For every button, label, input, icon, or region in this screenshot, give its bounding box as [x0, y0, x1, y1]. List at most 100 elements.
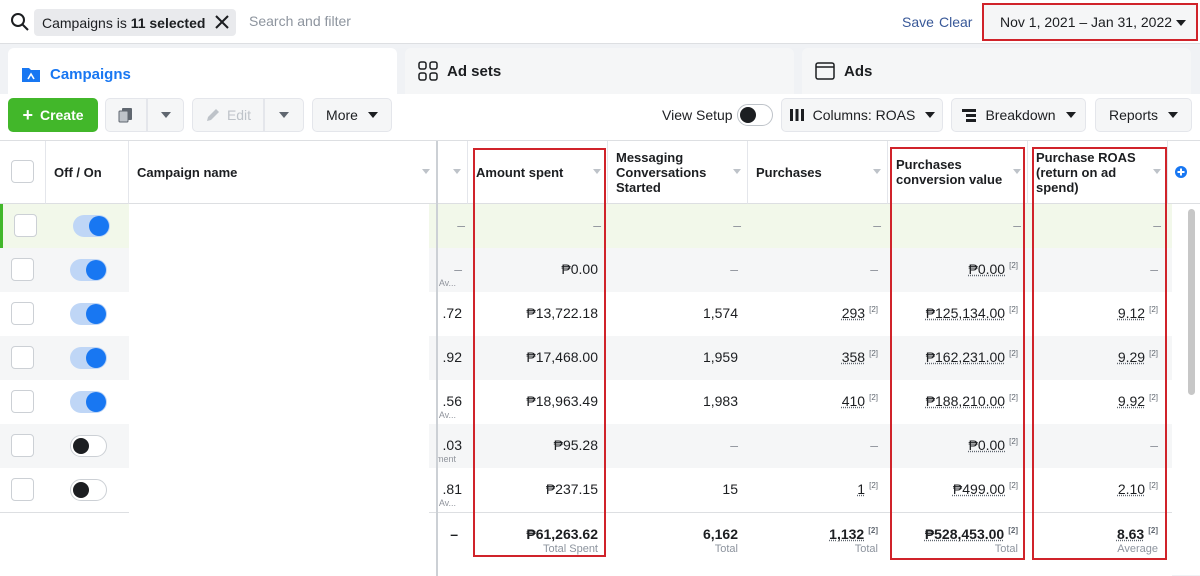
header-campaign-name[interactable]: Campaign name	[129, 141, 437, 204]
chevron-down-icon	[1168, 112, 1178, 118]
cell-purch: –	[748, 248, 888, 292]
date-range-picker[interactable]: Nov 1, 2021 – Jan 31, 2022	[982, 3, 1198, 41]
row-checkbox[interactable]	[11, 478, 34, 501]
cell-purch: 293 [2]	[748, 292, 888, 336]
row-checkbox[interactable]	[14, 214, 37, 237]
campaigns-table: Off / On Campaign name Amount spent Mess…	[0, 140, 1200, 575]
date-range-label: Nov 1, 2021 – Jan 31, 2022	[1000, 14, 1172, 30]
toolbar: + Create Edit More View Setup Columns: R…	[0, 94, 1200, 140]
create-button[interactable]: + Create	[8, 98, 98, 132]
pencil-icon	[205, 107, 221, 123]
toggle-knob	[86, 348, 106, 368]
select-all-checkbox[interactable]	[11, 160, 34, 183]
total-messaging-label: Total	[608, 543, 738, 555]
cell-msg: 1,983	[608, 380, 748, 424]
more-button[interactable]: More	[312, 98, 392, 132]
header-campaign-name-label: Campaign name	[137, 165, 237, 180]
row-checkbox[interactable]	[11, 434, 34, 457]
breakdown-icon	[961, 108, 977, 122]
clipped-column-cell: .56	[430, 393, 462, 409]
cell-value: 15	[722, 481, 738, 497]
more-button-label: More	[326, 107, 358, 123]
header-messaging-label: Messaging Conversations Started	[616, 150, 725, 195]
toggle-knob	[73, 482, 89, 498]
cell-purch: –	[751, 204, 891, 248]
sort-icon[interactable]	[453, 169, 461, 174]
breakdown-button-label: Breakdown	[985, 107, 1055, 123]
filter-chip[interactable]: Campaigns is 11 selected	[34, 9, 236, 36]
breakdown-button[interactable]: Breakdown	[951, 98, 1086, 132]
row-checkbox[interactable]	[11, 302, 34, 325]
clear-filter-link[interactable]: Clear	[939, 14, 972, 30]
row-checkbox[interactable]	[11, 258, 34, 281]
campaign-status-toggle[interactable]	[70, 435, 107, 457]
tab-campaigns[interactable]: Campaigns	[8, 48, 397, 100]
clipped-column-cell: .72	[430, 305, 462, 321]
add-column-icon[interactable]	[1174, 165, 1188, 179]
tab-ads[interactable]: Ads	[802, 48, 1191, 94]
cell-value[interactable]: 358	[842, 349, 865, 365]
sort-icon[interactable]	[733, 169, 741, 174]
toggle-knob	[86, 392, 106, 412]
frozen-column-divider[interactable]	[436, 141, 438, 576]
close-icon[interactable]	[214, 14, 230, 30]
cell-value: 1,959	[703, 349, 738, 365]
save-filter-link[interactable]: Save	[902, 14, 934, 30]
cell-purch: 358 [2]	[748, 336, 888, 380]
chevron-down-icon	[368, 112, 378, 118]
sort-icon[interactable]	[873, 169, 881, 174]
chevron-down-icon	[279, 112, 289, 118]
cell-value: 1,983	[703, 393, 738, 409]
header-off-on[interactable]: Off / On	[46, 141, 129, 204]
cell-msg: –	[608, 248, 748, 292]
chevron-down-icon	[1176, 20, 1186, 26]
view-setup-toggle[interactable]	[737, 104, 773, 126]
cell-value[interactable]: 1	[857, 481, 865, 497]
tab-campaigns-label: Campaigns	[50, 66, 131, 83]
campaign-status-toggle[interactable]	[70, 391, 107, 413]
cell-value[interactable]: 293	[842, 305, 865, 321]
campaign-status-toggle[interactable]	[73, 215, 110, 237]
search-input[interactable]: Search and filter	[249, 13, 351, 29]
clipped-column-subtext: Av...	[430, 410, 456, 420]
reports-button-label: Reports	[1109, 107, 1158, 123]
cell-value: –	[730, 261, 738, 277]
filter-chip-prefix: Campaigns is	[42, 15, 131, 31]
cell-msg: 1,959	[608, 336, 748, 380]
cell-value[interactable]: 410	[842, 393, 865, 409]
toggle-knob	[73, 438, 89, 454]
edit-menu-button[interactable]	[264, 98, 304, 132]
header-clipped[interactable]	[438, 141, 468, 204]
highlight-amount-spent	[473, 148, 606, 557]
folder-icon	[20, 63, 42, 85]
campaign-status-toggle[interactable]	[70, 259, 107, 281]
clipped-column-cell: .92	[430, 349, 462, 365]
campaign-status-toggle[interactable]	[70, 347, 107, 369]
columns-button[interactable]: Columns: ROAS	[781, 98, 943, 132]
search-icon[interactable]	[10, 12, 30, 32]
clipped-column-cell: –	[430, 261, 462, 277]
filter-bar: Campaigns is 11 selected Search and filt…	[0, 0, 1200, 44]
tab-ad-sets[interactable]: Ad sets	[405, 48, 794, 94]
highlight-conversion-value	[890, 147, 1025, 560]
cell-value: –	[870, 437, 878, 453]
duplicate-menu-button[interactable]	[147, 98, 184, 132]
row-checkbox[interactable]	[11, 346, 34, 369]
vertical-scrollbar[interactable]	[1188, 209, 1195, 395]
clipped-column-subtext: Av...	[430, 498, 456, 508]
edit-button[interactable]: Edit	[192, 98, 264, 132]
campaign-status-toggle[interactable]	[70, 303, 107, 325]
row-checkbox[interactable]	[11, 390, 34, 413]
cell-value: –	[730, 437, 738, 453]
total-clipped: –	[438, 513, 468, 557]
header-messaging[interactable]: Messaging Conversations Started	[608, 141, 748, 204]
clipped-column-subtext: ment	[430, 454, 456, 464]
header-purchases[interactable]: Purchases	[748, 141, 888, 204]
reports-button[interactable]: Reports	[1095, 98, 1192, 132]
campaign-status-toggle[interactable]	[70, 479, 107, 501]
header-add-column	[1168, 141, 1200, 204]
duplicate-button[interactable]	[105, 98, 147, 132]
plus-icon: +	[22, 105, 33, 126]
header-purchases-label: Purchases	[756, 165, 822, 180]
sort-icon[interactable]	[422, 169, 430, 174]
